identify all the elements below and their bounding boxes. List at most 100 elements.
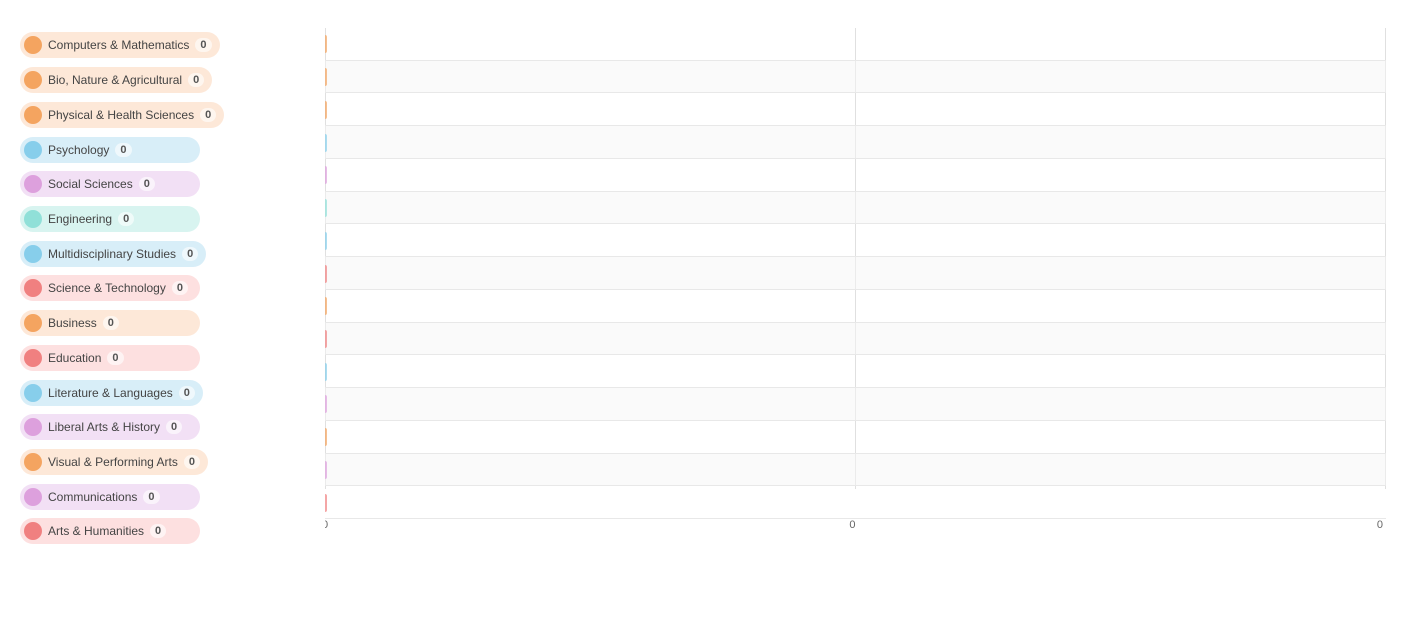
category-value-5: 0 — [118, 212, 134, 226]
bar-row-12 — [325, 421, 1386, 454]
category-value-3: 0 — [115, 143, 131, 157]
bar-fill-13 — [325, 461, 327, 479]
category-label-2: Physical & Health Sciences — [48, 108, 194, 122]
category-label-6: Multidisciplinary Studies — [48, 247, 176, 261]
category-circle-14 — [24, 522, 42, 540]
category-label-12: Visual & Performing Arts — [48, 455, 178, 469]
category-label-7: Science & Technology — [48, 281, 166, 295]
category-label-4: Social Sciences — [48, 177, 133, 191]
bar-row-9 — [325, 323, 1386, 356]
bar-row-5 — [325, 192, 1386, 225]
category-circle-5 — [24, 210, 42, 228]
category-value-0: 0 — [195, 38, 211, 52]
bars-area — [325, 28, 1386, 519]
category-label-0: Computers & Mathematics — [48, 38, 189, 52]
category-circle-2 — [24, 106, 42, 124]
category-value-9: 0 — [107, 351, 123, 365]
category-label-13: Communications — [48, 490, 137, 504]
y-label-4: Social Sciences 0 — [20, 170, 325, 198]
bar-row-14 — [325, 486, 1386, 519]
category-value-2: 0 — [200, 108, 216, 122]
chart-area: Computers & Mathematics0Bio, Nature & Ag… — [20, 28, 1386, 549]
x-label-1: 0 — [849, 519, 855, 549]
y-label-10: Literature & Languages 0 — [20, 379, 325, 407]
category-circle-10 — [24, 384, 42, 402]
category-circle-0 — [24, 36, 42, 54]
category-circle-1 — [24, 71, 42, 89]
category-circle-3 — [24, 141, 42, 159]
x-label-0: 0 — [325, 519, 328, 549]
bar-row-3 — [325, 126, 1386, 159]
category-label-14: Arts & Humanities — [48, 524, 144, 538]
y-label-11: Liberal Arts & History 0 — [20, 413, 325, 441]
y-label-6: Multidisciplinary Studies 0 — [20, 240, 325, 268]
bar-fill-0 — [325, 35, 327, 53]
category-circle-11 — [24, 418, 42, 436]
category-label-3: Psychology — [48, 143, 109, 157]
y-label-1: Bio, Nature & Agricultural 0 — [20, 66, 325, 94]
bar-row-0 — [325, 28, 1386, 61]
category-label-5: Engineering — [48, 212, 112, 226]
category-label-10: Literature & Languages — [48, 386, 173, 400]
y-label-9: Education 0 — [20, 344, 325, 372]
bar-fill-5 — [325, 199, 327, 217]
bar-fill-3 — [325, 134, 327, 152]
x-label-2: 0 — [1377, 519, 1383, 549]
bar-row-11 — [325, 388, 1386, 421]
bar-rows — [325, 28, 1386, 519]
category-label-9: Education — [48, 351, 101, 365]
category-value-14: 0 — [150, 524, 166, 538]
category-label-1: Bio, Nature & Agricultural — [48, 73, 182, 87]
bar-fill-8 — [325, 297, 327, 315]
category-value-7: 0 — [172, 281, 188, 295]
y-label-13: Communications 0 — [20, 483, 325, 511]
bar-row-10 — [325, 355, 1386, 388]
category-value-8: 0 — [103, 316, 119, 330]
category-value-13: 0 — [143, 490, 159, 504]
category-label-11: Liberal Arts & History — [48, 420, 160, 434]
bar-row-4 — [325, 159, 1386, 192]
y-label-14: Arts & Humanities 0 — [20, 517, 325, 545]
category-circle-4 — [24, 175, 42, 193]
bar-row-6 — [325, 224, 1386, 257]
category-value-6: 0 — [182, 247, 198, 261]
y-label-3: Psychology 0 — [20, 136, 325, 164]
y-label-5: Engineering 0 — [20, 205, 325, 233]
category-label-8: Business — [48, 316, 97, 330]
category-circle-6 — [24, 245, 42, 263]
bar-row-7 — [325, 257, 1386, 290]
category-circle-8 — [24, 314, 42, 332]
category-circle-13 — [24, 488, 42, 506]
category-value-1: 0 — [188, 73, 204, 87]
bar-fill-9 — [325, 330, 327, 348]
category-circle-12 — [24, 453, 42, 471]
category-circle-7 — [24, 279, 42, 297]
bar-row-1 — [325, 61, 1386, 94]
category-value-12: 0 — [184, 455, 200, 469]
x-axis-labels: 0 0 0 — [325, 519, 1386, 549]
bar-fill-14 — [325, 494, 327, 512]
y-label-8: Business 0 — [20, 309, 325, 337]
y-label-7: Science & Technology 0 — [20, 274, 325, 302]
category-value-11: 0 — [166, 420, 182, 434]
bar-fill-7 — [325, 265, 327, 283]
y-label-12: Visual & Performing Arts 0 — [20, 448, 325, 476]
bar-row-8 — [325, 290, 1386, 323]
bar-row-13 — [325, 454, 1386, 487]
bar-fill-4 — [325, 166, 327, 184]
bar-fill-2 — [325, 101, 327, 119]
chart-container: Computers & Mathematics0Bio, Nature & Ag… — [0, 0, 1406, 631]
bars-section: 0 0 0 — [325, 28, 1386, 549]
category-value-10: 0 — [179, 386, 195, 400]
category-circle-9 — [24, 349, 42, 367]
bar-fill-6 — [325, 232, 327, 250]
bar-fill-12 — [325, 428, 327, 446]
y-axis-labels: Computers & Mathematics0Bio, Nature & Ag… — [20, 28, 325, 549]
bar-fill-10 — [325, 363, 327, 381]
y-label-2: Physical & Health Sciences 0 — [20, 101, 325, 129]
bar-row-2 — [325, 93, 1386, 126]
bar-fill-1 — [325, 68, 327, 86]
y-label-0: Computers & Mathematics 0 — [20, 31, 325, 59]
bar-fill-11 — [325, 395, 327, 413]
category-value-4: 0 — [139, 177, 155, 191]
